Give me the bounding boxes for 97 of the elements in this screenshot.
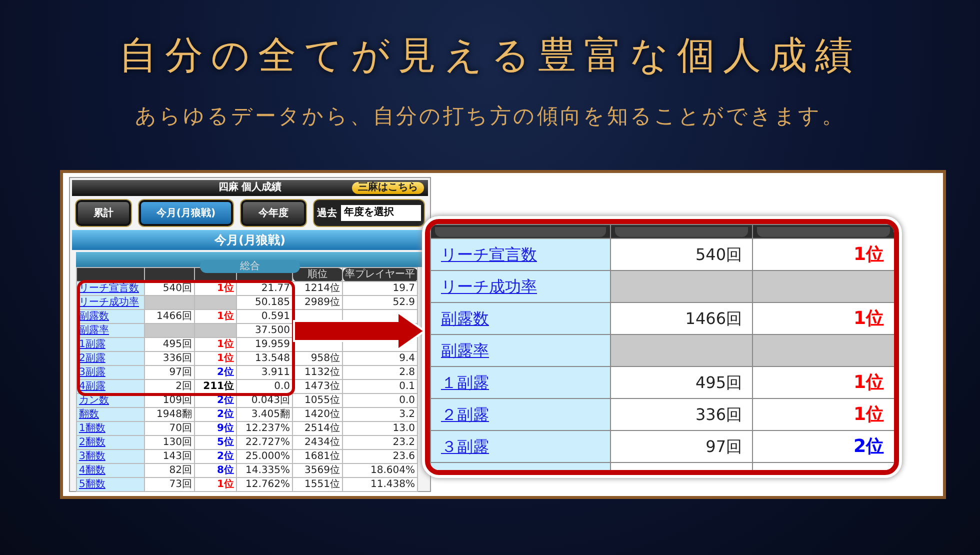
table-cell: 11.438% xyxy=(342,478,418,492)
table-cell: 1420位 xyxy=(292,408,342,422)
table-cell: 336回 xyxy=(610,398,752,430)
rank-cell: 1位 xyxy=(752,302,894,334)
subheadline: あらゆるデータから、自分の打ち方の傾向を知ることができます。 xyxy=(134,103,846,130)
rank-cell: 2位 xyxy=(194,450,236,464)
past-selector[interactable]: 過去 年度を選択 xyxy=(314,200,424,226)
stat-link[interactable]: 2翻数 xyxy=(79,436,106,448)
subsection-title: 総合 xyxy=(200,260,300,273)
period-tab[interactable]: 累計 xyxy=(76,200,131,226)
rank-cell: 1位 xyxy=(194,352,236,366)
table-cell: 3569位 xyxy=(292,464,342,478)
table-cell: 495回 xyxy=(144,338,194,352)
table-cell: 1055位 xyxy=(292,394,342,408)
rank-cell: 5位 xyxy=(194,436,236,450)
period-tab[interactable]: 今年度 xyxy=(241,200,306,226)
stat-link[interactable]: 副露数 xyxy=(441,308,489,328)
table-cell: 13.548 xyxy=(236,352,292,366)
table-cell: 0.0 xyxy=(236,380,292,394)
table-cell: 1466回 xyxy=(144,310,194,324)
table-cell: 143回 xyxy=(144,450,194,464)
stat-link[interactable]: リーチ宣言数 xyxy=(441,244,537,264)
stat-link[interactable]: 1翻数 xyxy=(79,422,106,434)
table-cell: 2434位 xyxy=(292,436,342,450)
table-cell: 73回 xyxy=(144,478,194,492)
stat-link[interactable]: 4副露 xyxy=(79,380,106,392)
stat-link[interactable]: ３副露 xyxy=(441,436,489,456)
table-cell: 12.762% xyxy=(236,478,292,492)
table-cell: 12.237% xyxy=(236,422,292,436)
table-cell: 1681位 xyxy=(292,450,342,464)
rank-cell: 1位 xyxy=(194,338,236,352)
table-cell: 19.959 xyxy=(236,338,292,352)
table-cell: 0.1 xyxy=(342,380,418,394)
table-cell: 22.727% xyxy=(236,436,292,450)
rank-cell: 1位 xyxy=(194,478,236,492)
table-cell: 3.405翻 xyxy=(236,408,292,422)
table-cell: 0.591 xyxy=(236,310,292,324)
table-cell: 2回 xyxy=(144,380,194,394)
table-cell: 50.185 xyxy=(236,296,292,310)
rank-cell: 8位 xyxy=(194,464,236,478)
stat-link[interactable]: 5翻数 xyxy=(79,478,106,490)
rank-cell: 1位 xyxy=(752,366,894,398)
stat-link[interactable]: 3副露 xyxy=(79,366,106,378)
rank-cell: 1位 xyxy=(194,310,236,324)
table-cell: 97回 xyxy=(144,366,194,380)
stat-link[interactable]: 翻数 xyxy=(79,408,99,420)
table-cell: 130回 xyxy=(144,436,194,450)
sanma-button[interactable]: 三麻はこちら xyxy=(352,182,424,194)
table-cell: 19.7 xyxy=(342,282,418,296)
table-cell: 495回 xyxy=(610,366,752,398)
past-label: 過去 xyxy=(317,206,337,220)
rank-cell: 211位 xyxy=(194,380,236,394)
table-cell: 37.500 xyxy=(236,324,292,338)
header-cell xyxy=(144,268,194,282)
rank-cell: 1位 xyxy=(752,398,894,430)
table-cell: 3.911 xyxy=(236,366,292,380)
table-cell: 52.9 xyxy=(342,296,418,310)
stat-link[interactable]: 副露率 xyxy=(441,340,489,360)
table-cell: 14.335% xyxy=(236,464,292,478)
table-cell: 0.0 xyxy=(342,394,418,408)
app-title: 四麻 個人成績 xyxy=(218,182,282,193)
stat-link[interactable]: 4翻数 xyxy=(79,464,106,476)
table-cell: 1948翻 xyxy=(144,408,194,422)
table-cell: 13.0 xyxy=(342,422,418,436)
column-header: 順位 xyxy=(292,268,342,282)
rank-cell: 2位 xyxy=(194,366,236,380)
stat-link[interactable]: 2副露 xyxy=(79,352,106,364)
stat-link[interactable]: リーチ成功率 xyxy=(441,276,537,296)
rank-cell: 2位 xyxy=(752,430,894,462)
table-cell: 2514位 xyxy=(292,422,342,436)
table-cell: 82回 xyxy=(144,464,194,478)
headline: 自分の全てが見える豊富な個人成績 xyxy=(118,32,862,79)
table-cell: 540回 xyxy=(610,238,752,270)
rank-cell: 1位 xyxy=(752,238,894,270)
table-cell: 23.6 xyxy=(342,450,418,464)
table-cell: 18.604% xyxy=(342,464,418,478)
table-cell: 23.2 xyxy=(342,436,418,450)
table-cell: 9.4 xyxy=(342,352,418,366)
stat-link[interactable]: 3翻数 xyxy=(79,450,106,462)
rank-cell: 2位 xyxy=(194,408,236,422)
table-cell: 3.2 xyxy=(342,408,418,422)
period-tab[interactable]: 今月(月狼戦) xyxy=(138,200,234,226)
column-header: 率プレイヤー平 xyxy=(342,268,418,282)
rank-cell: 9位 xyxy=(194,422,236,436)
stat-link[interactable]: リーチ宣言数 xyxy=(79,282,139,294)
table-cell: 1551位 xyxy=(292,478,342,492)
year-select[interactable]: 年度を選択 xyxy=(341,205,421,221)
table-cell: 336回 xyxy=(144,352,194,366)
stat-link[interactable]: ２副露 xyxy=(441,404,489,424)
stat-link[interactable]: 1副露 xyxy=(79,338,106,350)
table-cell: 70回 xyxy=(144,422,194,436)
table-cell: 97回 xyxy=(610,430,752,462)
table-cell: 2.8 xyxy=(342,366,418,380)
table-cell: 1466回 xyxy=(610,302,752,334)
table-cell: 25.000% xyxy=(236,450,292,464)
stat-link[interactable]: １副露 xyxy=(441,372,489,392)
stat-link[interactable]: リーチ成功率 xyxy=(79,296,139,308)
